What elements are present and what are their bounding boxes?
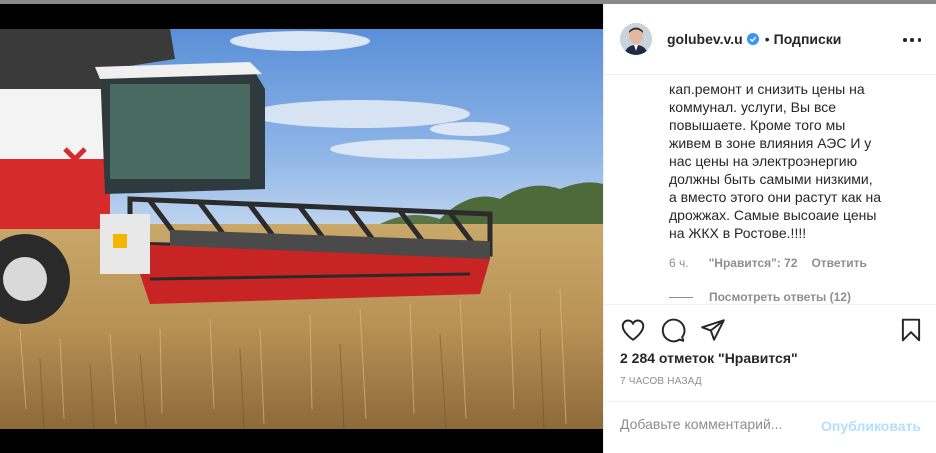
publish-button[interactable]: Опубликовать [821, 418, 921, 434]
likes-count[interactable]: 2 284 отметок "Нравится" [620, 350, 798, 366]
replies-divider [669, 296, 693, 298]
username-link[interactable]: golubev.v.u [667, 31, 743, 47]
post-header: golubev.v.u • Подписки [604, 4, 936, 75]
comment-likes[interactable]: "Нравится": 72 [709, 256, 798, 270]
bookmark-icon[interactable] [898, 317, 924, 343]
comment-line: кап.ремонт и снизить цены на [669, 81, 865, 97]
comment-bubble-icon[interactable] [660, 317, 686, 343]
post-actions [604, 304, 936, 352]
comment-line: должны быть самыми низкими, [669, 171, 873, 187]
post-timestamp[interactable]: 7 ЧАСОВ НАЗАД [620, 376, 702, 387]
comment-line: нас цены на электроэнергию [669, 153, 858, 169]
comment-line: дрожжах. Самые высоаие цены [669, 207, 877, 223]
comment-line: на ЖКХ в Ростове.!!!! [669, 225, 807, 241]
header-separator: • [764, 31, 770, 47]
comment-input[interactable] [620, 416, 820, 432]
comment-text: кап.ремонт и снизить цены на коммунал. у… [669, 76, 919, 242]
combine-harvester-photo [0, 29, 603, 429]
more-options-icon[interactable] [903, 31, 921, 49]
post-media[interactable] [0, 4, 603, 453]
paper-plane-icon[interactable] [700, 317, 726, 343]
view-replies-button[interactable]: Посмотреть ответы (12) [669, 290, 851, 304]
add-comment-section: Опубликовать [604, 401, 936, 453]
following-button[interactable]: Подписки [774, 31, 842, 47]
comment-line: коммунал. услуги, Вы все [669, 99, 837, 115]
comment-time[interactable]: 6 ч. [669, 256, 689, 270]
heart-icon[interactable] [620, 317, 646, 343]
avatar[interactable] [620, 23, 652, 55]
comment-line: живем в зоне влияния АЭС И у [669, 135, 872, 151]
verified-badge-icon [746, 33, 759, 45]
comment-line: повышаете. Кроме того мы [669, 117, 846, 133]
comments-list[interactable]: кап.ремонт и снизить цены на коммунал. у… [604, 76, 936, 304]
comment-line: а вместо этого они растут как на [669, 189, 882, 205]
post-details-panel: golubev.v.u • Подписки кап.ремонт и сниз… [603, 4, 936, 453]
reply-button[interactable]: Ответить [811, 256, 866, 270]
comment-meta: 6 ч. "Нравится": 72 Ответить [669, 256, 867, 270]
view-replies-label: Посмотреть ответы (12) [709, 290, 851, 304]
